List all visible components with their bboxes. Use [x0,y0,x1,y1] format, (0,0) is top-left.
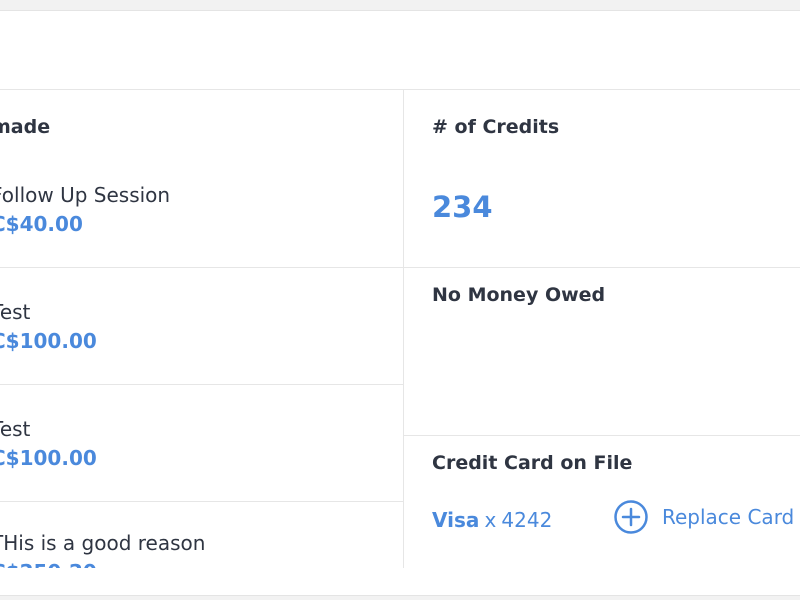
card-separator: x [484,508,497,532]
payment-reason: THis is a good reason [0,531,206,555]
card-on-file: Visa x 4242 [432,508,552,532]
payment-amount: C$40.00 [0,212,83,236]
payment-amount: C$100.00 [0,329,97,353]
replace-card-label: Replace Card [662,505,795,529]
payment-row: Test C$100.00 [0,385,403,502]
credits-section: # of Credits 234 [404,90,800,268]
balance-section: No Money Owed [404,268,800,436]
card-last4: 4242 [501,508,553,532]
payments-panel: made Follow Up Session C$40.00 Test C$10… [0,10,800,596]
credit-card-section: Credit Card on File Visa x 4242 Replace … [404,436,800,568]
payment-row: Follow Up Session C$40.00 [0,151,403,268]
payment-reason: Follow Up Session [0,183,171,207]
payments-column-header: made [0,116,51,138]
credits-header: # of Credits [432,116,560,138]
payment-row: THis is a good reason C$250.20 [0,502,403,568]
credit-card-header: Credit Card on File [432,452,633,474]
credits-value: 234 [432,190,493,224]
card-brand: Visa [432,508,480,532]
payment-reason: Test [0,417,31,441]
payment-reason: Test [0,300,31,324]
plus-circle-icon [614,500,648,534]
balance-status: No Money Owed [432,284,606,306]
panel-header-band [0,11,800,90]
payments-column: made Follow Up Session C$40.00 Test C$10… [0,90,404,568]
account-summary-column: # of Credits 234 No Money Owed Credit Ca… [404,90,800,568]
payment-row: Test C$100.00 [0,268,403,385]
payment-amount: C$100.00 [0,446,97,470]
payment-amount: C$250.20 [0,560,97,568]
replace-card-button[interactable]: Replace Card [614,500,794,534]
